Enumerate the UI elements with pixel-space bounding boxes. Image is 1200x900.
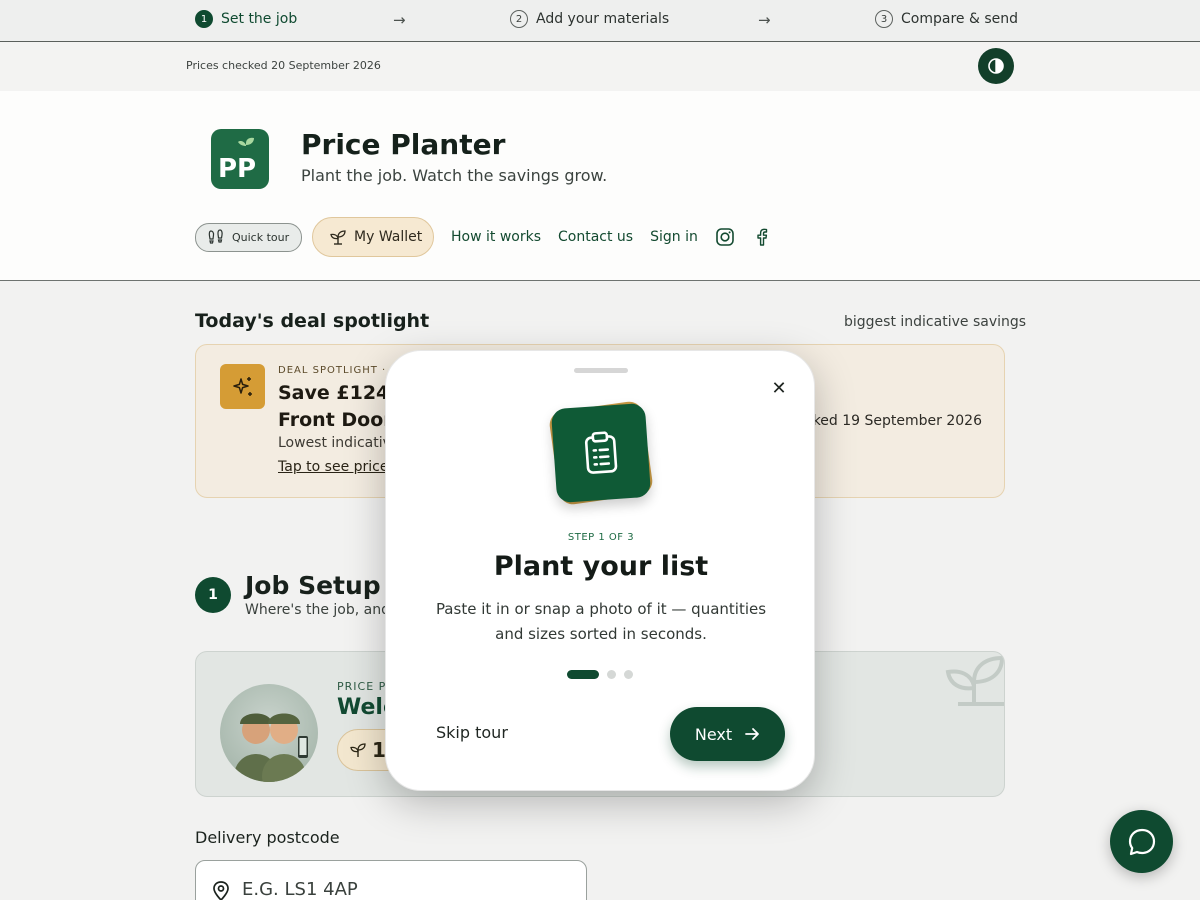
arrow-right-icon: → [758, 11, 771, 29]
postcode-field[interactable] [195, 860, 587, 900]
quick-tour-label: Quick tour [232, 230, 290, 244]
prices-checked-text: Prices checked 20 September 2026 [186, 59, 381, 72]
nav-contact-us[interactable]: Contact us [558, 229, 633, 245]
arrow-right-icon [745, 728, 760, 740]
progress-stepper: 1 Set the job → 2 Add your materials → 3… [0, 0, 1200, 42]
quick-tour-dialog: ✕ STEP 1 OF 3 Plant your list Paste it i… [385, 350, 815, 791]
step-set-the-job[interactable]: 1 Set the job [195, 10, 297, 28]
map-pin-icon [213, 881, 229, 900]
my-wallet-label: My Wallet [354, 229, 423, 245]
sprout-icon [350, 743, 366, 757]
chat-button[interactable] [1110, 810, 1173, 873]
drag-handle[interactable] [574, 368, 628, 373]
deal-kicker: DEAL SPOTLIGHT · 1 [278, 365, 398, 376]
site-header: PP Price Planter Plant the job. Watch th… [0, 91, 1200, 281]
close-icon[interactable]: ✕ [769, 378, 789, 399]
arrow-right-icon: → [393, 11, 406, 29]
step-label: Add your materials [536, 11, 670, 27]
quick-tour-button[interactable]: Quick tour [195, 222, 302, 252]
theme-toggle-button[interactable] [978, 48, 1014, 84]
tour-body: Paste it in or snap a photo of it — quan… [435, 600, 767, 643]
welcome-kicker: PRICE P [337, 680, 387, 693]
footprints-icon [208, 229, 223, 244]
nav-sign-in[interactable]: Sign in [650, 229, 698, 245]
job-setup-title: Job Setup [245, 571, 381, 600]
main-nav: Quick tour My Wallet How it works Contac… [195, 217, 772, 257]
price-check-bar: Prices checked 20 September 2026 [0, 42, 1200, 91]
nav-how-it-works[interactable]: How it works [451, 229, 541, 245]
job-setup-subtitle: Where's the job, and h [245, 602, 404, 618]
svg-text:PP: PP [218, 154, 256, 181]
job-step-number: 1 [195, 577, 231, 613]
pagination-dot[interactable] [607, 670, 616, 679]
next-button[interactable]: Next [670, 707, 785, 761]
sprout-watermark-icon [945, 655, 1004, 706]
postcode-label: Delivery postcode [195, 828, 340, 847]
sprout-icon [330, 230, 346, 245]
tour-pagination [567, 670, 633, 679]
step-number: 1 [195, 10, 213, 28]
skip-tour-button[interactable]: Skip tour [436, 723, 508, 742]
deal-section-title: Today's deal spotlight [195, 310, 430, 332]
step-compare-send[interactable]: 3 Compare & send [875, 10, 1018, 28]
deal-checked-date: ecked 19 September 2026 [796, 413, 982, 429]
brand-tagline: Plant the job. Watch the savings grow. [301, 166, 608, 185]
price-planter-logo[interactable]: PP [211, 129, 269, 189]
chat-bubble-icon [1128, 828, 1155, 855]
step-number: 2 [510, 10, 528, 28]
tour-step-counter: STEP 1 OF 3 [567, 532, 635, 543]
brand-title: Price Planter [301, 128, 506, 161]
workers-illustration [234, 713, 308, 782]
step-label: Compare & send [901, 11, 1018, 27]
postcode-input[interactable] [242, 879, 562, 900]
contrast-icon [988, 58, 1004, 74]
avatar [220, 684, 318, 782]
deal-section-subtitle: biggest indicative savings [844, 314, 1027, 330]
pagination-dot[interactable] [624, 670, 633, 679]
step-label: Set the job [221, 11, 298, 27]
sparkles-icon [220, 364, 265, 409]
my-wallet-button[interactable]: My Wallet [312, 217, 434, 257]
step-number: 3 [875, 10, 893, 28]
logo-mark: PP [218, 137, 256, 181]
instagram-icon[interactable] [715, 227, 735, 247]
tour-title: Plant your list [493, 551, 709, 582]
deal-lowest-text: Lowest indicative [278, 435, 400, 451]
step-add-materials[interactable]: 2 Add your materials [510, 10, 669, 28]
next-label: Next [694, 724, 733, 744]
see-prices-link[interactable]: Tap to see prices [278, 459, 396, 475]
facebook-icon[interactable] [752, 227, 772, 247]
pagination-dot-active[interactable] [567, 670, 599, 679]
clipboard-icon [550, 402, 652, 504]
